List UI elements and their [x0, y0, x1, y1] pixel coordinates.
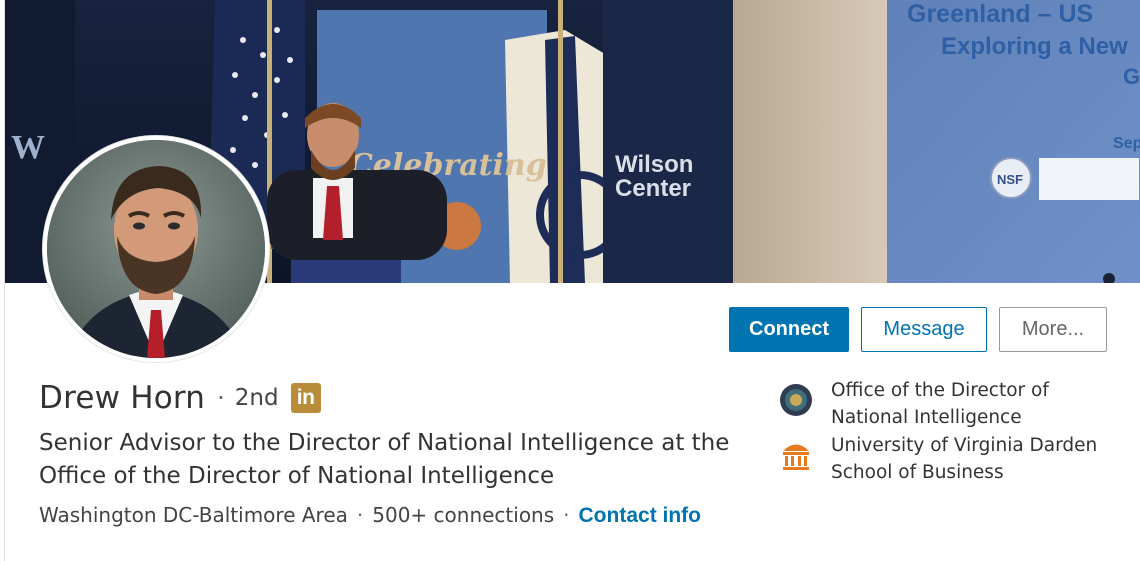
- odni-seal-icon: [780, 384, 812, 416]
- connections-count[interactable]: 500+ connections: [372, 503, 554, 527]
- darden-logo-icon: [783, 444, 809, 470]
- svg-text:Exploring a New: Exploring a New: [941, 33, 1128, 60]
- svg-text:Wilson: Wilson: [615, 151, 693, 178]
- org-name: University of Virginia Darden School of …: [831, 435, 1098, 483]
- profile-avatar[interactable]: [43, 136, 269, 362]
- svg-text:Center: Center: [615, 175, 691, 202]
- svg-text:Sep: Sep: [1113, 135, 1140, 152]
- contact-info-link[interactable]: Contact info: [579, 504, 701, 527]
- connection-degree: 2nd: [234, 385, 279, 411]
- banner-wilson-logo: W: [11, 129, 45, 166]
- svg-text:G: G: [1123, 64, 1140, 89]
- svg-text:Greenland – US: Greenland – US: [907, 0, 1093, 28]
- svg-text:NSF: NSF: [997, 172, 1023, 187]
- org-name: Office of the Director of National Intel…: [831, 380, 1049, 428]
- profile-headline: Senior Advisor to the Director of Nation…: [39, 430, 730, 489]
- avatar-photo: [47, 140, 265, 358]
- more-button[interactable]: More...: [999, 307, 1107, 352]
- org-item-odni[interactable]: Office of the Director of National Intel…: [779, 377, 1111, 431]
- location-row: Washington DC-Baltimore Area · 500+ connec…: [39, 503, 701, 528]
- profile-location: Washington DC-Baltimore Area: [39, 503, 348, 527]
- org-item-darden[interactable]: University of Virginia Darden School of …: [779, 432, 1111, 486]
- connect-button[interactable]: Connect: [729, 307, 849, 352]
- separator-dot: ·: [217, 384, 225, 412]
- separator-dot: ·: [356, 503, 364, 527]
- linkedin-premium-badge-icon: in: [290, 383, 321, 413]
- name-row: Drew Horn · 2nd in: [39, 380, 321, 416]
- separator-dot: ·: [563, 503, 570, 527]
- profile-name: Drew Horn: [39, 380, 206, 416]
- message-button[interactable]: Message: [861, 307, 987, 352]
- profile-card: W Celebrating Wilson Center Greenland – …: [4, 0, 1140, 561]
